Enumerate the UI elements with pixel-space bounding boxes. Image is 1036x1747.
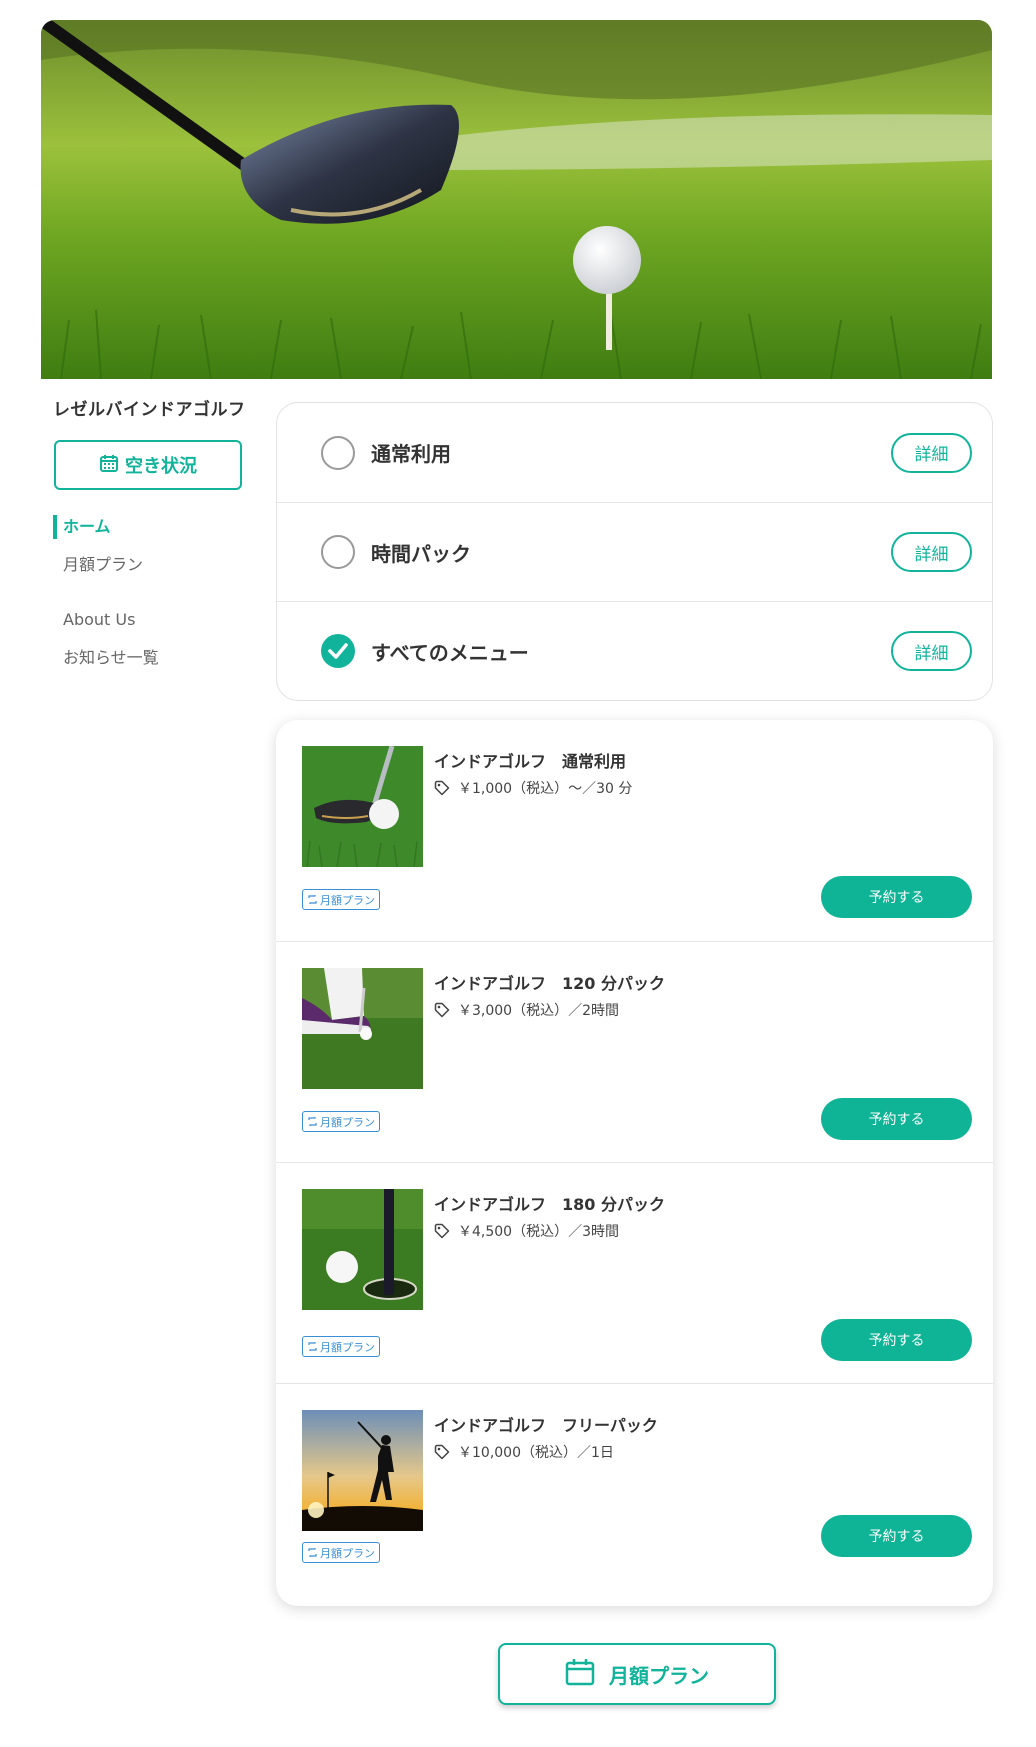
- repeat-icon: [308, 1117, 317, 1126]
- monthly-plan-button[interactable]: 月額プラン: [498, 1643, 776, 1705]
- menu-item-title: インドアゴルフ 通常利用: [434, 752, 627, 771]
- radio-unchecked[interactable]: [321, 535, 355, 569]
- nav-item-about-us[interactable]: About Us: [53, 601, 253, 639]
- calendar-icon: [565, 1658, 595, 1691]
- price-tag-icon: [434, 1002, 450, 1018]
- detail-button[interactable]: 詳細: [891, 631, 972, 671]
- repeat-icon: [308, 1548, 317, 1557]
- radio-checked[interactable]: [321, 634, 355, 668]
- calendar-icon: [99, 453, 119, 478]
- category-row-regular[interactable]: 通常利用 詳細: [277, 403, 992, 502]
- menu-item-title: インドアゴルフ 120 分パック: [434, 974, 665, 993]
- detail-button[interactable]: 詳細: [891, 432, 972, 473]
- menu-item-price: ￥1,000（税込）〜／30 分: [434, 778, 632, 798]
- monthly-plan-badge: 月額プラン: [302, 1336, 380, 1357]
- radio-unchecked[interactable]: [321, 435, 355, 470]
- nav-item-monthly-plan[interactable]: 月額プラン: [53, 546, 253, 584]
- availability-label: 空き状況: [125, 456, 197, 477]
- price-tag-icon: [434, 1444, 450, 1460]
- menu-item-thumbnail: [302, 746, 423, 867]
- menu-item-thumbnail: [302, 968, 423, 1089]
- reserve-button[interactable]: 予約する: [821, 1098, 972, 1140]
- category-label: 通常利用: [371, 442, 451, 466]
- category-label: 時間パック: [371, 541, 471, 566]
- price-tag-icon: [434, 780, 450, 796]
- monthly-plan-label: 月額プラン: [609, 1663, 709, 1688]
- reserve-button[interactable]: 予約する: [821, 1515, 972, 1557]
- price-tag-icon: [434, 1223, 450, 1239]
- nav-item-news-list[interactable]: お知らせ一覧: [53, 639, 253, 677]
- menu-item-price: ￥10,000（税込）／1日: [434, 1442, 614, 1462]
- shop-name: レゼルバインドアゴルフ: [53, 400, 246, 420]
- nav-item-home[interactable]: ホーム: [53, 515, 253, 539]
- menu-item-thumbnail: [302, 1189, 423, 1310]
- monthly-plan-badge: 月額プラン: [302, 1542, 380, 1563]
- category-row-all-menu[interactable]: すべてのメニュー 詳細: [277, 601, 992, 700]
- menu-item-price-text: ￥1,000（税込）〜／30 分: [458, 781, 633, 797]
- category-row-time-pack[interactable]: 時間パック 詳細: [277, 502, 992, 601]
- menu-item: インドアゴルフ 180 分パック ￥4,500（税込）／3時間 月額プラン 予約…: [276, 1162, 993, 1383]
- menu-item-price-text: ￥4,500（税込）／3時間: [458, 1224, 619, 1240]
- repeat-icon: [308, 895, 317, 904]
- menu-item-thumbnail: [302, 1410, 423, 1531]
- menu-item: インドアゴルフ フリーパック ￥10,000（税込）／1日 月額プラン 予約する: [276, 1383, 993, 1604]
- detail-button[interactable]: 詳細: [891, 532, 972, 572]
- menu-item-price-text: ￥3,000（税込）／2時間: [458, 1003, 619, 1019]
- menu-item-price: ￥3,000（税込）／2時間: [434, 1000, 619, 1020]
- checkmark-icon: [328, 643, 348, 659]
- menu-item-price: ￥4,500（税込）／3時間: [434, 1221, 619, 1241]
- category-panel: 通常利用 詳細 時間パック 詳細 すべてのメニュー 詳細: [276, 402, 993, 701]
- menu-item-price-text: ￥10,000（税込）／1日: [458, 1445, 614, 1461]
- monthly-plan-badge: 月額プラン: [302, 889, 380, 910]
- sidebar-nav: ホーム 月額プラン About Us お知らせ一覧: [53, 508, 253, 677]
- repeat-icon: [308, 1342, 317, 1351]
- category-label: すべてのメニュー: [371, 640, 529, 665]
- monthly-plan-badge: 月額プラン: [302, 1111, 380, 1132]
- menu-list: インドアゴルフ 通常利用 ￥1,000（税込）〜／30 分 月額プラン 予約する…: [276, 720, 993, 1606]
- menu-item-title: インドアゴルフ フリーパック: [434, 1416, 658, 1435]
- reserve-button[interactable]: 予約する: [821, 876, 972, 918]
- menu-item: インドアゴルフ 120 分パック ￥3,000（税込）／2時間 月額プラン 予約…: [276, 941, 993, 1162]
- menu-item-title: インドアゴルフ 180 分パック: [434, 1195, 665, 1214]
- menu-item: インドアゴルフ 通常利用 ￥1,000（税込）〜／30 分 月額プラン 予約する: [276, 720, 993, 941]
- reserve-button[interactable]: 予約する: [821, 1319, 972, 1361]
- availability-button[interactable]: 空き状況: [54, 440, 242, 490]
- sidebar: レゼルバインドアゴルフ 空き状況 ホーム 月額プラン About Us お知らせ…: [53, 395, 253, 667]
- hero-image: [41, 20, 992, 379]
